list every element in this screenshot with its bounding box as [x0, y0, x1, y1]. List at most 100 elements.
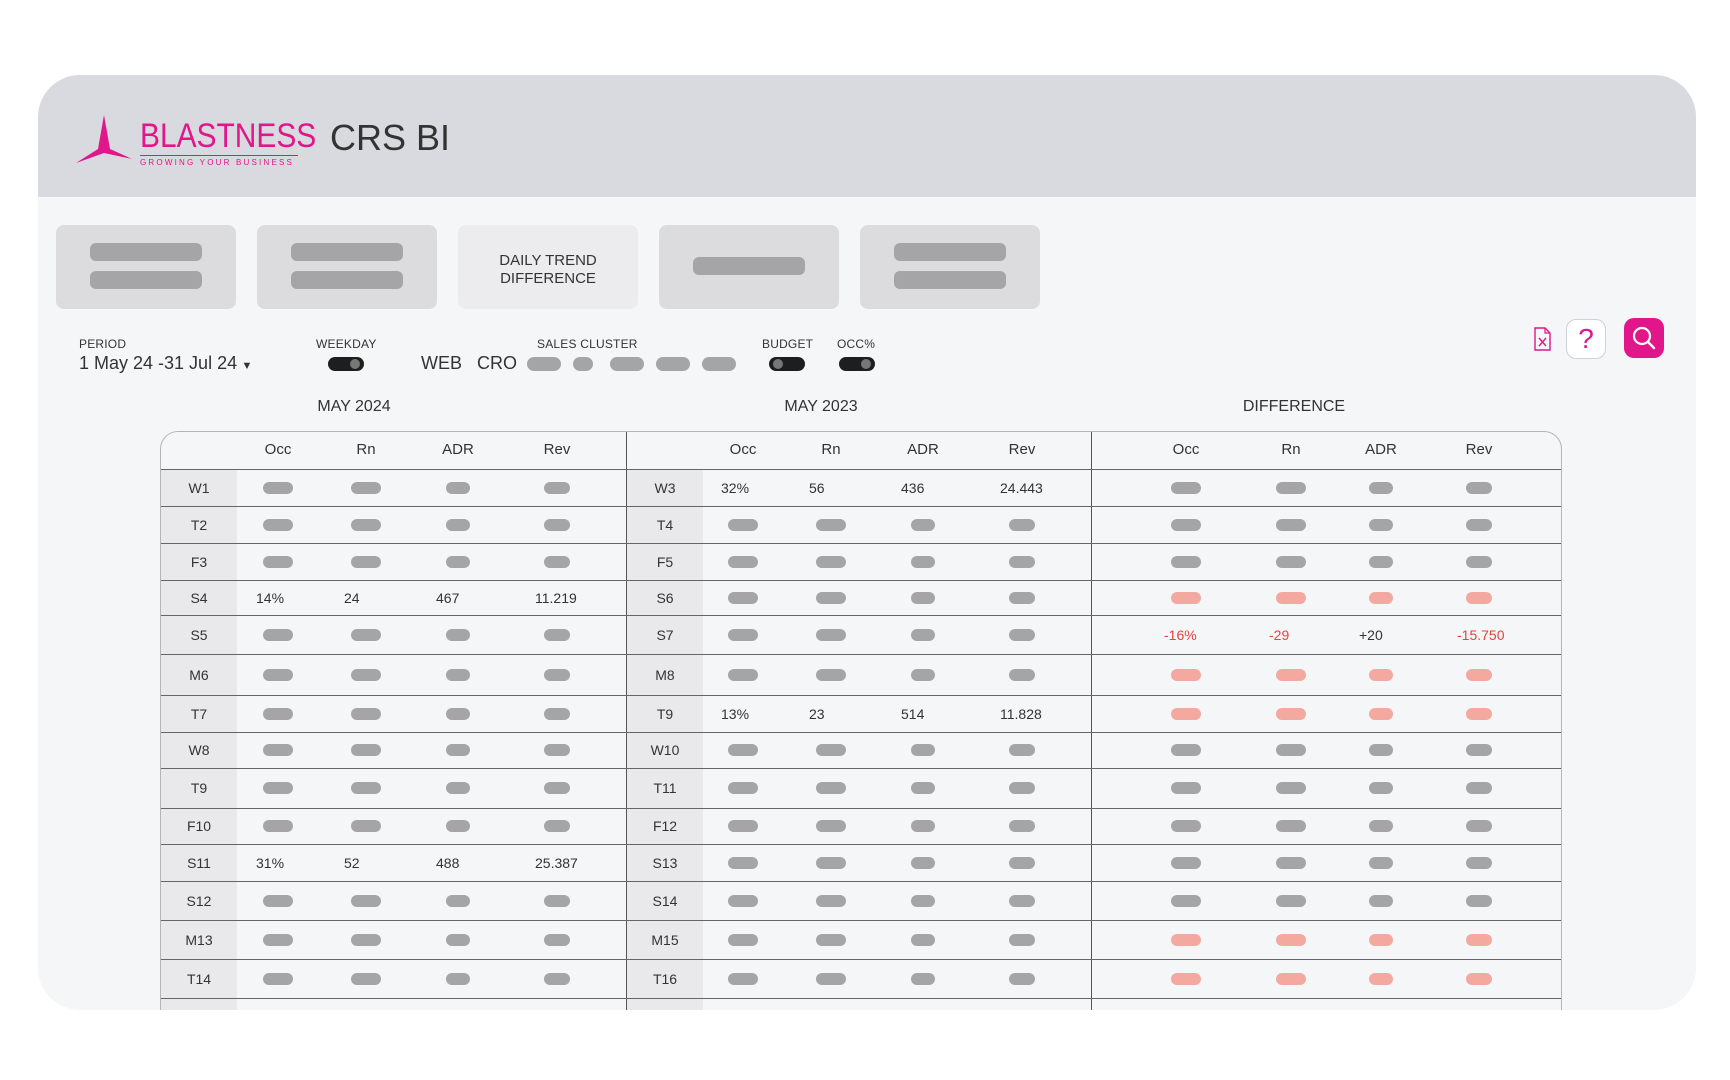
column-header-rn[interactable]: Rn — [1261, 441, 1321, 458]
table-cell-placeholder — [816, 555, 846, 568]
sales-cluster-chip[interactable] — [573, 357, 593, 371]
table-cell-placeholder — [1171, 481, 1201, 494]
column-header-adr[interactable]: ADR — [428, 441, 488, 458]
table-cell-placeholder — [1369, 707, 1393, 720]
table-cell-placeholder — [544, 518, 570, 531]
table-cell-value: 56 — [809, 479, 825, 496]
channel-web[interactable]: WEB — [421, 353, 462, 374]
row-divider — [161, 543, 1561, 544]
occ-toggle[interactable] — [839, 357, 875, 371]
table-cell-placeholder — [911, 820, 935, 832]
table-cell-value: 31% — [256, 854, 285, 871]
column-header-rev[interactable]: Rev — [992, 441, 1052, 458]
table-cell-placeholder — [1466, 933, 1492, 946]
sales-cluster-chip[interactable] — [702, 357, 736, 371]
table-cell-value: 23 — [809, 705, 825, 722]
table-cell-placeholder — [1009, 894, 1035, 907]
table-cell-placeholder — [1171, 972, 1201, 985]
table-cell-placeholder — [816, 668, 846, 681]
table-cell-value: 24.443 — [1000, 479, 1043, 496]
kpi-card-1[interactable] — [56, 225, 236, 309]
placeholder-bar — [693, 257, 805, 275]
table-cell-placeholder — [1276, 707, 1306, 720]
column-header-occ[interactable]: Occ — [248, 441, 308, 458]
period-dropdown[interactable]: 1 May 24 -31 Jul 24 ▼ — [79, 353, 252, 374]
row-divider — [161, 998, 1561, 999]
table-cell-placeholder — [1009, 555, 1035, 568]
table-cell-placeholder — [1369, 518, 1393, 531]
row-divider — [161, 695, 1561, 696]
table-cell-placeholder — [1369, 555, 1393, 568]
logo-underline — [140, 155, 298, 156]
weekday-toggle[interactable] — [328, 357, 364, 371]
budget-toggle[interactable] — [769, 357, 805, 371]
table-cell-placeholder — [1171, 591, 1201, 604]
table-cell-placeholder — [1171, 856, 1201, 869]
card-label-line2: DIFFERENCE — [500, 270, 596, 287]
help-button[interactable]: ? — [1566, 319, 1606, 359]
day-label: F3 — [190, 553, 208, 570]
table-cell-placeholder — [263, 668, 293, 681]
table-cell-placeholder — [446, 972, 470, 985]
section-title-may-2024: MAY 2024 — [317, 398, 391, 415]
blastness-logo[interactable]: BLASTNESS GROWING YOUR BUSINESS — [74, 113, 316, 173]
table-cell-placeholder — [446, 744, 470, 756]
table-cell-value: 488 — [436, 854, 460, 871]
row-divider — [161, 844, 1561, 845]
placeholder-bar — [90, 243, 202, 261]
table-cell-placeholder — [816, 894, 846, 907]
table-cell-placeholder — [446, 782, 470, 794]
sales-cluster-chip[interactable] — [656, 357, 690, 371]
day-label: S7 — [656, 626, 674, 643]
table-cell-placeholder — [263, 707, 293, 720]
column-header-rev[interactable]: Rev — [527, 441, 587, 458]
table-cell-placeholder — [728, 820, 758, 832]
sales-cluster-chip[interactable] — [610, 357, 644, 371]
kpi-card-5[interactable] — [860, 225, 1040, 309]
column-header-occ[interactable]: Occ — [1156, 441, 1216, 458]
table-cell-placeholder — [351, 933, 381, 946]
table-cell-placeholder — [1009, 972, 1035, 985]
table-cell-placeholder — [1466, 856, 1492, 869]
channel-cro[interactable]: CRO — [477, 353, 517, 374]
day-label: M13 — [185, 931, 213, 948]
day-label: T4 — [656, 516, 674, 533]
day-column-bg — [627, 469, 703, 1010]
table-cell-placeholder — [1276, 972, 1306, 985]
table-cell-placeholder — [1466, 481, 1492, 494]
table-cell-value: 436 — [901, 479, 925, 496]
table-cell-placeholder — [1369, 933, 1393, 946]
day-label: T9 — [656, 705, 674, 722]
table-cell-placeholder — [1466, 555, 1492, 568]
column-header-rev[interactable]: Rev — [1449, 441, 1509, 458]
table-cell-placeholder — [351, 628, 381, 641]
column-header-adr[interactable]: ADR — [893, 441, 953, 458]
column-header-rn[interactable]: Rn — [801, 441, 861, 458]
daily-trend-difference-card[interactable]: DAILY TREND DIFFERENCE — [458, 225, 638, 309]
logo-mark-icon — [76, 115, 132, 163]
table-cell-placeholder — [816, 856, 846, 869]
search-button[interactable] — [1624, 318, 1664, 358]
column-header-occ[interactable]: Occ — [713, 441, 773, 458]
table-cell-placeholder — [351, 668, 381, 681]
table-cell-value: 11.828 — [1000, 705, 1042, 722]
table-cell-placeholder — [911, 591, 935, 604]
row-divider — [161, 768, 1561, 769]
table-cell-placeholder — [1466, 744, 1492, 756]
sales-cluster-label: SALES CLUSTER — [537, 337, 638, 351]
kpi-card-2[interactable] — [257, 225, 437, 309]
table-cell-placeholder — [1466, 894, 1492, 907]
table-cell-placeholder — [1369, 894, 1393, 907]
section-separator — [1091, 432, 1092, 1010]
excel-export-icon[interactable] — [1533, 327, 1551, 351]
column-header-adr[interactable]: ADR — [1351, 441, 1411, 458]
kpi-card-4[interactable] — [659, 225, 839, 309]
table-cell-placeholder — [816, 628, 846, 641]
placeholder-bar — [291, 243, 403, 261]
table-cell-placeholder — [816, 744, 846, 756]
table-cell-placeholder — [1276, 894, 1306, 907]
table-cell-placeholder — [911, 856, 935, 869]
sales-cluster-chip[interactable] — [527, 357, 561, 371]
day-label: W8 — [188, 742, 210, 758]
column-header-rn[interactable]: Rn — [336, 441, 396, 458]
